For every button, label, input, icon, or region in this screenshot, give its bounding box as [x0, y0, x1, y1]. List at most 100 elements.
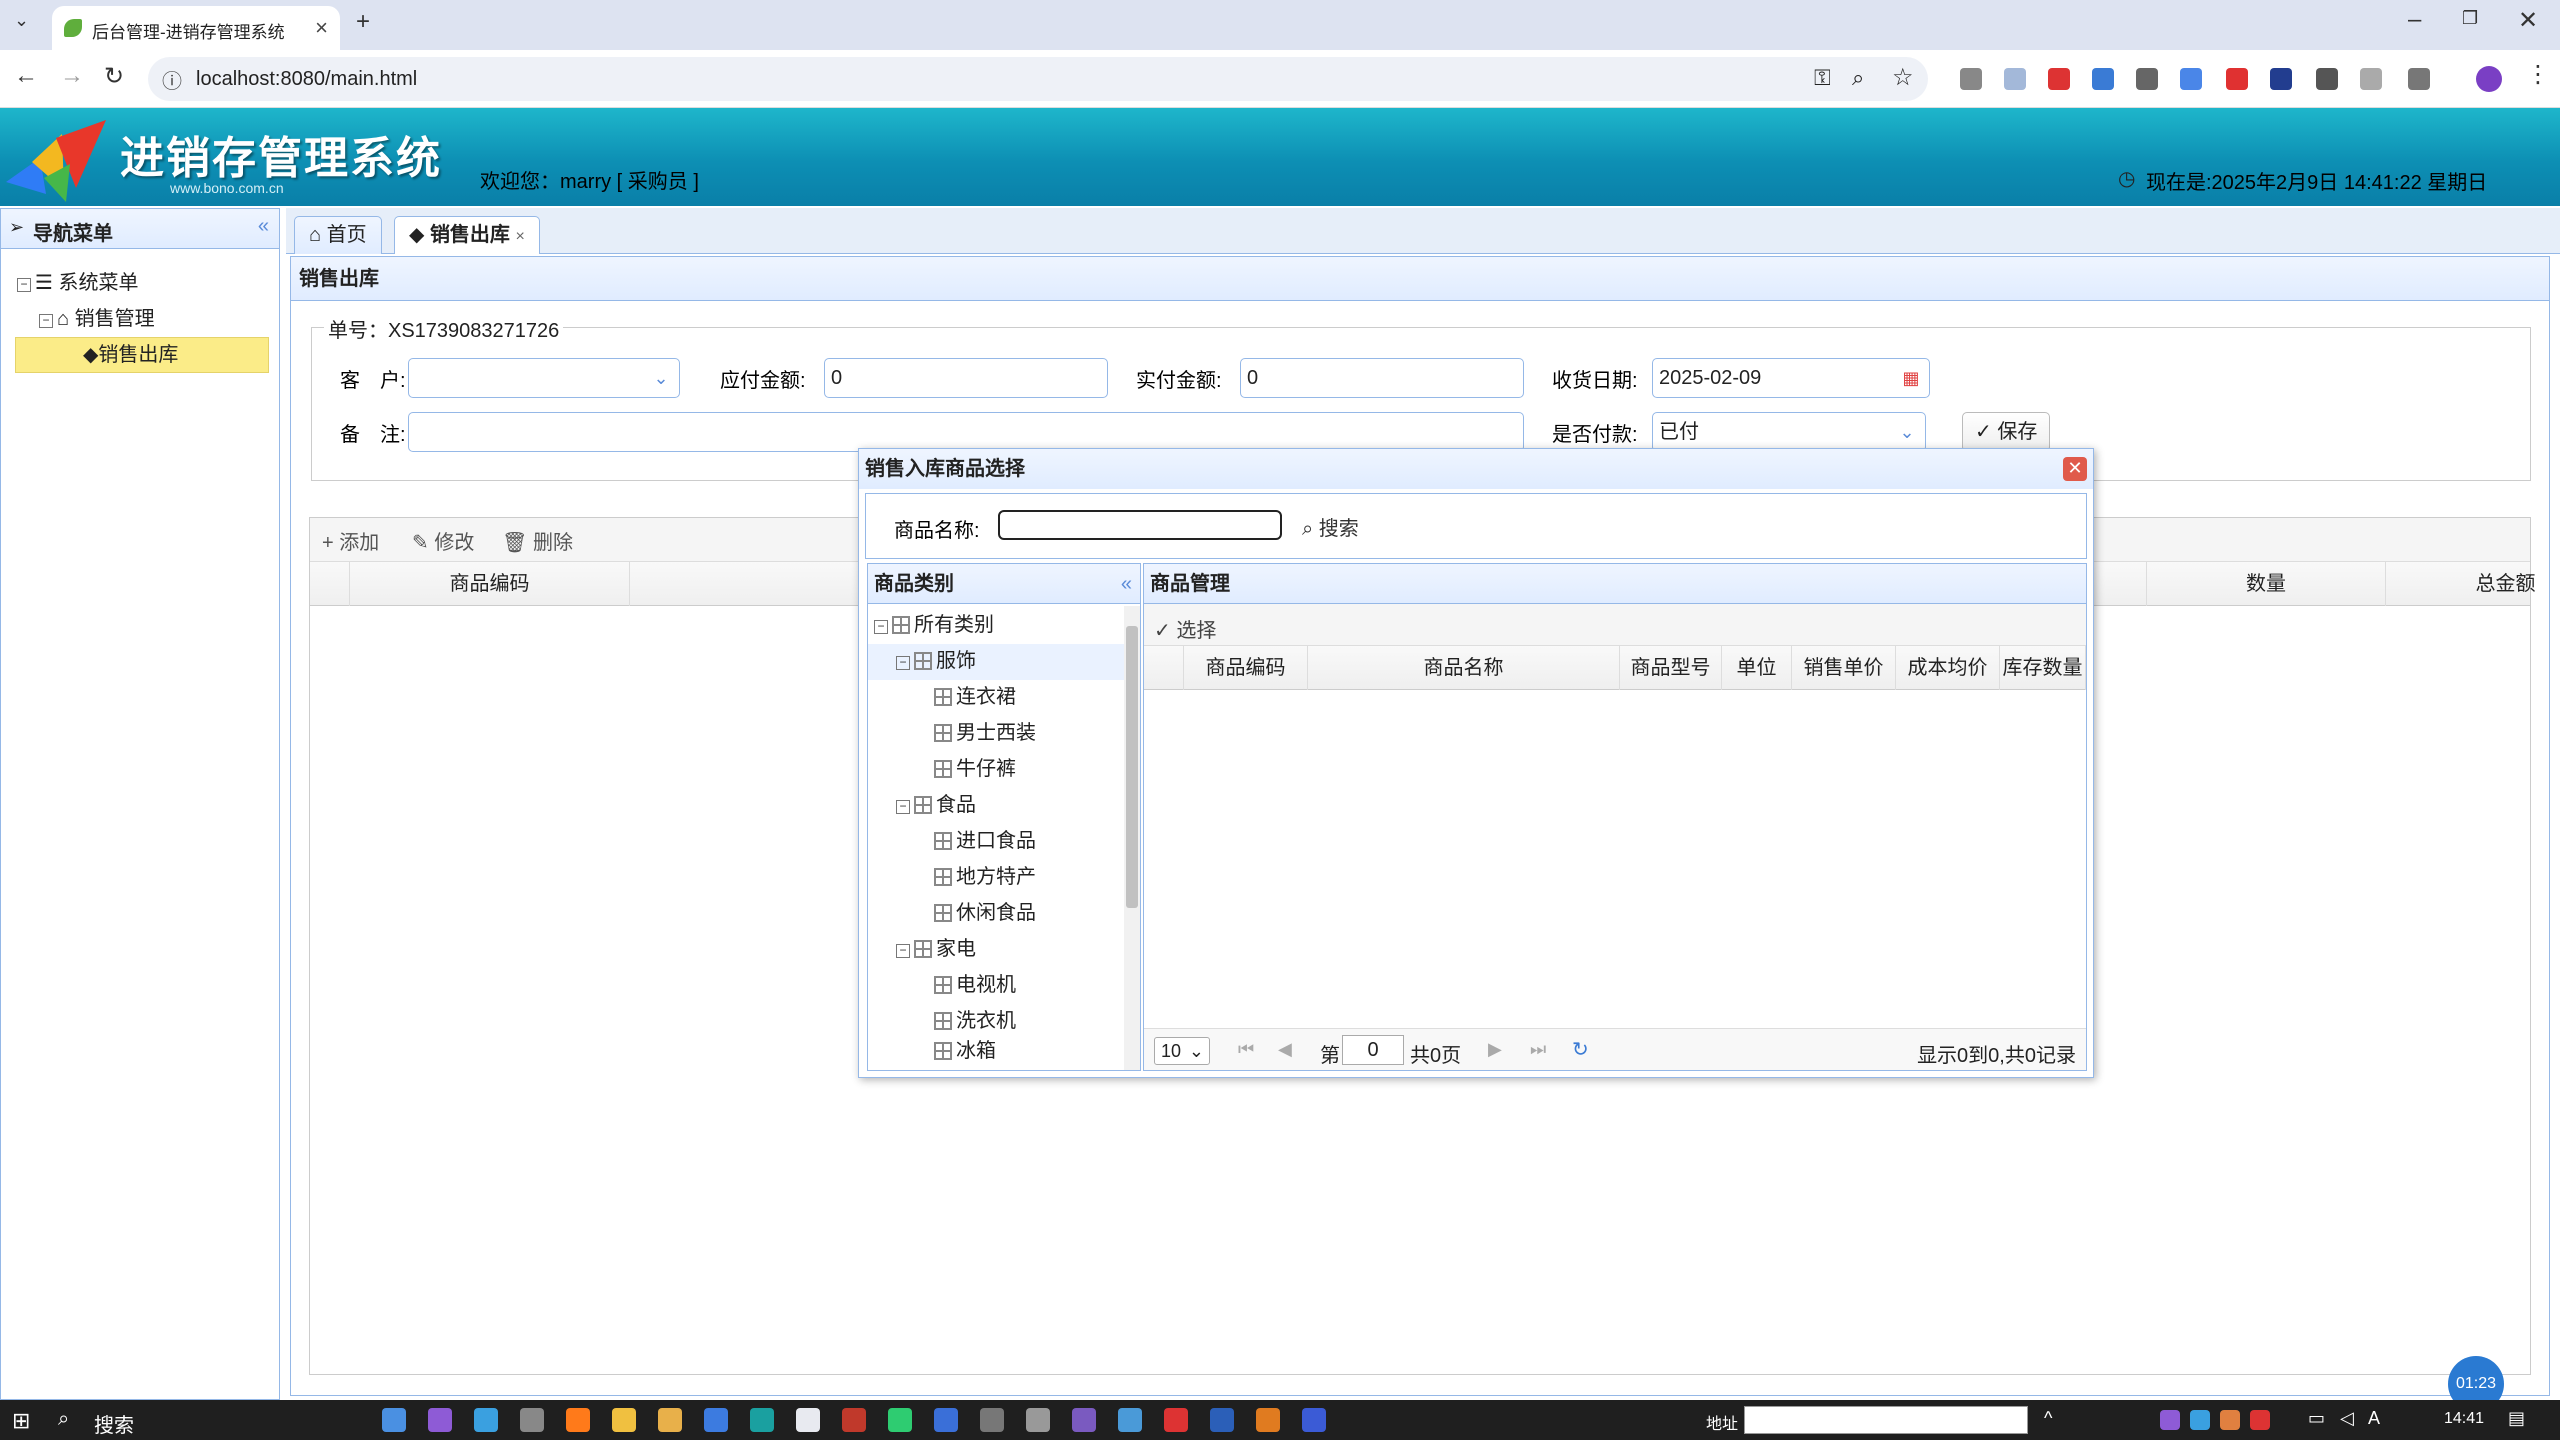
menu-dots-icon[interactable]: ⋮	[2526, 60, 2550, 89]
chevron-down-icon[interactable]: ⌄	[1889, 413, 1925, 451]
app-icon[interactable]	[1072, 1408, 1096, 1432]
bookmark-star-icon[interactable]: ☆	[1892, 63, 1914, 92]
app-icon[interactable]	[612, 1408, 636, 1432]
app-icon[interactable]	[566, 1408, 590, 1432]
back-icon[interactable]: ←	[14, 62, 38, 90]
shield-ext-icon[interactable]	[2048, 68, 2070, 90]
category-node[interactable]: 地方特产	[934, 860, 1036, 894]
tray-app-icon[interactable]	[2160, 1410, 2180, 1430]
category-node[interactable]: 男士西装	[934, 716, 1036, 750]
column-header[interactable]: 销售单价	[1792, 646, 1896, 690]
network-icon[interactable]: ▭	[2308, 1408, 2325, 1429]
taskbar-search-label[interactable]: 搜索	[94, 1409, 134, 1438]
app-icon[interactable]	[1164, 1408, 1188, 1432]
prev-page-icon[interactable]: ◀	[1278, 1039, 1292, 1060]
category-node[interactable]: 休闲食品	[934, 896, 1036, 930]
product-name-input[interactable]	[998, 510, 1282, 540]
translate-ext-icon[interactable]	[2180, 68, 2202, 90]
forward-icon[interactable]: →	[60, 62, 84, 90]
save-button[interactable]: ✓ 保存	[1962, 412, 2051, 452]
refresh-icon[interactable]: ↻	[1572, 1037, 1589, 1062]
collapse-toggle-icon[interactable]: −	[874, 620, 888, 634]
collapse-toggle-icon[interactable]: −	[896, 800, 910, 814]
app-icon[interactable]	[1118, 1408, 1142, 1432]
collapse-toggle-icon[interactable]: −	[896, 944, 910, 958]
image-ext-icon[interactable]	[2004, 68, 2026, 90]
edit-button[interactable]: ✎ 修改	[412, 526, 474, 555]
collapse-icon[interactable]: «	[258, 215, 269, 238]
app-icon[interactable]	[750, 1408, 774, 1432]
browser-tab[interactable]: 后台管理-进销存管理系统 ×	[52, 6, 340, 50]
first-page-icon[interactable]: ⏮	[1238, 1039, 1254, 1060]
category-node[interactable]: − 家电	[896, 932, 976, 966]
search-button[interactable]: ⌕ 搜索	[1302, 512, 1359, 541]
category-node[interactable]: − 所有类别	[874, 608, 994, 642]
next-page-icon[interactable]: ▶	[1488, 1039, 1502, 1060]
column-header[interactable]: 商品编码	[350, 562, 630, 606]
tray-app-icon[interactable]	[2190, 1410, 2210, 1430]
new-tab-icon[interactable]: +	[356, 8, 370, 36]
pdf-ext-icon[interactable]	[2226, 68, 2248, 90]
page-number-input[interactable]: 0	[1342, 1035, 1404, 1065]
customer-combobox[interactable]: ⌄	[408, 358, 680, 398]
app-icon[interactable]	[980, 1408, 1004, 1432]
tray-app-icon[interactable]	[2250, 1410, 2270, 1430]
scrollbar-thumb[interactable]	[1126, 626, 1138, 908]
app-icon[interactable]	[428, 1408, 452, 1432]
badge-ext-icon[interactable]	[2270, 68, 2292, 90]
app-icon[interactable]	[1026, 1408, 1050, 1432]
wechat-icon[interactable]	[888, 1408, 912, 1432]
search-ext-icon[interactable]	[2316, 68, 2338, 90]
taskbar-search-icon[interactable]: ⌕	[58, 1408, 69, 1431]
column-header[interactable]: 商品编码	[1184, 646, 1308, 690]
chrome-icon[interactable]	[796, 1408, 820, 1432]
ime-icon[interactable]: A	[2368, 1408, 2380, 1429]
last-page-icon[interactable]: ⏭	[1530, 1039, 1546, 1060]
taskbar-clock[interactable]: 14:41	[2444, 1410, 2484, 1428]
date-input[interactable]: 2025-02-09 ▦	[1652, 358, 1930, 398]
collapse-toggle-icon[interactable]: −	[896, 656, 910, 670]
x-ext-icon[interactable]	[2360, 68, 2382, 90]
tray-up-icon[interactable]: ^	[2044, 1408, 2052, 1429]
zoom-icon[interactable]: ⌕	[1852, 65, 1864, 91]
column-header[interactable]: 商品名称	[1308, 646, 1620, 690]
site-info-icon[interactable]: ⓘ	[162, 65, 182, 94]
app-icon[interactable]	[474, 1408, 498, 1432]
notification-icon[interactable]: ▤	[2508, 1408, 2525, 1429]
category-node[interactable]: − 服饰	[896, 644, 976, 678]
chevron-down-icon[interactable]: ⌄	[643, 359, 679, 397]
column-header[interactable]: 库存数量	[2000, 646, 2086, 690]
page-size-select[interactable]: 10 ⌄	[1154, 1037, 1210, 1065]
select-button[interactable]: ✓ 选择	[1154, 614, 1216, 643]
app-icon[interactable]	[842, 1408, 866, 1432]
column-header[interactable]: 总金额	[2386, 562, 2560, 606]
app-icon[interactable]	[520, 1408, 544, 1432]
close-icon[interactable]: ✕	[2063, 457, 2087, 481]
category-node[interactable]: − 食品	[896, 788, 976, 822]
delete-button[interactable]: 🗑 删除	[502, 526, 573, 555]
column-header[interactable]: 成本均价	[1896, 646, 2000, 690]
reload-icon[interactable]: ↻	[104, 62, 124, 91]
tab-sales-out[interactable]: ◆ 销售出库 ×	[394, 216, 540, 254]
paid-input[interactable]: 0	[1240, 358, 1524, 398]
copy-ext-icon[interactable]	[2136, 68, 2158, 90]
add-button[interactable]: + 添加	[322, 526, 379, 555]
windows-start-icon[interactable]: ⊞	[12, 1408, 30, 1434]
window-close-icon[interactable]: ✕	[2518, 6, 2538, 35]
category-node[interactable]: 牛仔裤	[934, 752, 1016, 786]
close-tab-icon[interactable]: ×	[516, 228, 525, 245]
taskbar-address-input[interactable]	[1744, 1406, 2028, 1434]
remark-input[interactable]	[408, 412, 1524, 452]
column-header[interactable]: 数量	[2146, 562, 2386, 606]
payable-input[interactable]: 0	[824, 358, 1108, 398]
category-node[interactable]: 冰箱	[934, 1034, 996, 1068]
column-header[interactable]: 商品型号	[1620, 646, 1722, 690]
tab-home[interactable]: ⌂ 首页	[294, 216, 382, 254]
category-node[interactable]: 洗衣机	[934, 1004, 1016, 1038]
category-node[interactable]: 进口食品	[934, 824, 1036, 858]
minimize-icon[interactable]: –	[2408, 6, 2421, 34]
collapse-toggle-icon[interactable]: −	[39, 314, 53, 328]
url-field[interactable]: ⓘ localhost:8080/main.html ⚿ ⌕ ☆	[148, 57, 1928, 101]
puzzle-ext-icon[interactable]	[2092, 68, 2114, 90]
category-scrollbar[interactable]	[1124, 606, 1140, 1070]
